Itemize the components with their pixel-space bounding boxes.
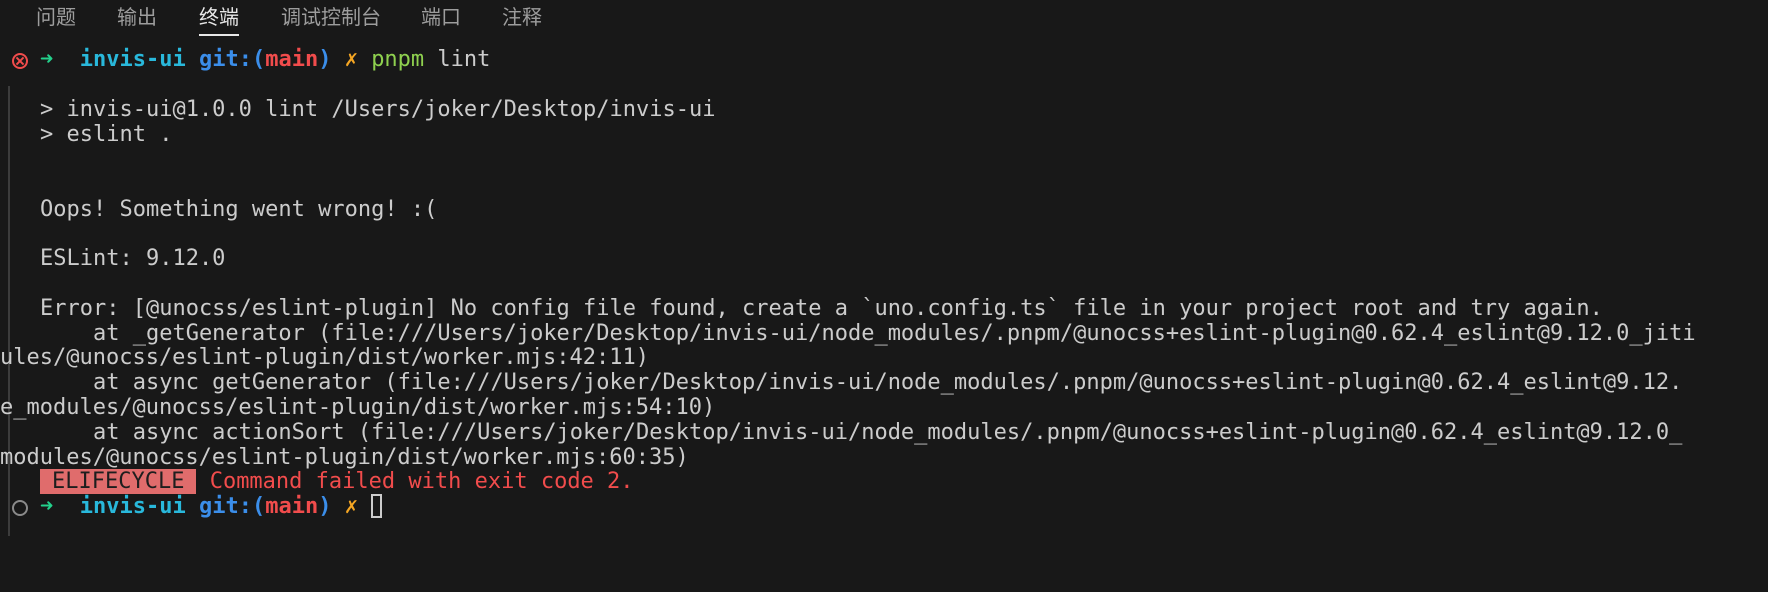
prompt-dir: invis-ui [79,47,186,72]
oops-line: Oops! Something went wrong! :( [40,197,438,222]
stack-line: at async getGenerator (file:///Users/jok… [40,370,1683,395]
prompt-git-label: git:( [198,494,266,519]
lifecycle-line: ELIFECYCLE Command failed with exit code… [40,468,634,496]
tab-output[interactable]: 输出 [117,0,157,36]
tab-debug-console[interactable]: 调试控制台 [281,0,381,36]
tab-comments[interactable]: 注释 [502,0,542,36]
error-line: Error: [@unocss/eslint-plugin] No config… [40,296,1603,321]
lifecycle-badge: ELIFECYCLE [40,469,197,494]
block-cursor-icon[interactable] [371,494,383,518]
tab-problems[interactable]: 问题 [36,0,76,36]
stack-line-continuation: ules/@unocss/eslint-plugin/dist/worker.m… [0,345,650,370]
prompt-dir: invis-ui [79,494,186,519]
prompt-git-label: git:( [198,47,266,72]
terminal-view[interactable]: ➜ invis-ui git:(main) ✗ pnpm lint > invi… [0,44,1768,592]
prompt-branch: main [265,47,319,72]
stack-line: at async actionSort (file:///Users/joker… [40,420,1683,445]
stack-line-continuation: e_modules/@unocss/eslint-plugin/dist/wor… [0,395,716,420]
error-circle-icon[interactable] [12,53,28,69]
command-bin: pnpm [371,47,425,72]
lifecycle-message: Command failed with exit code 2. [196,469,634,494]
prompt-dirty: ✗ [344,494,358,519]
script-line-1: > invis-ui@1.0.0 lint /Users/joker/Deskt… [40,97,716,122]
prompt-dirty: ✗ [344,47,358,72]
version-line: ESLint: 9.12.0 [40,246,226,271]
active-prompt-line[interactable]: ➜ invis-ui git:(main) ✗ [40,493,383,521]
tab-ports[interactable]: 端口 [421,0,461,36]
prompt-line: ➜ invis-ui git:(main) ✗ pnpm lint [40,46,490,74]
prompt-branch: main [265,494,319,519]
prompt-git-close: ) [318,47,332,72]
command-args: lint [424,47,491,72]
script-line-2: > eslint . [40,122,173,147]
panel-tab-bar: 问题 输出 终端 调试控制台 端口 注释 [0,0,1768,36]
tab-terminal[interactable]: 终端 [199,0,239,36]
empty-circle-icon[interactable] [12,500,28,516]
prompt-arrow: ➜ [40,47,54,72]
prompt-git-close: ) [318,494,332,519]
prompt-arrow: ➜ [40,494,54,519]
